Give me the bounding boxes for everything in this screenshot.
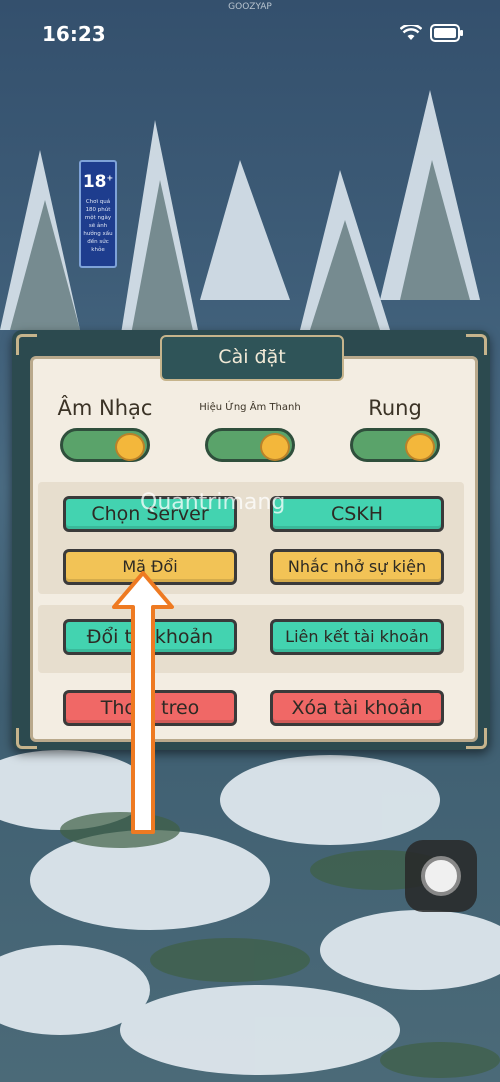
arrow-annotation bbox=[112, 571, 174, 834]
assistive-touch-button[interactable] bbox=[405, 840, 477, 912]
assistive-touch-icon bbox=[421, 856, 461, 896]
